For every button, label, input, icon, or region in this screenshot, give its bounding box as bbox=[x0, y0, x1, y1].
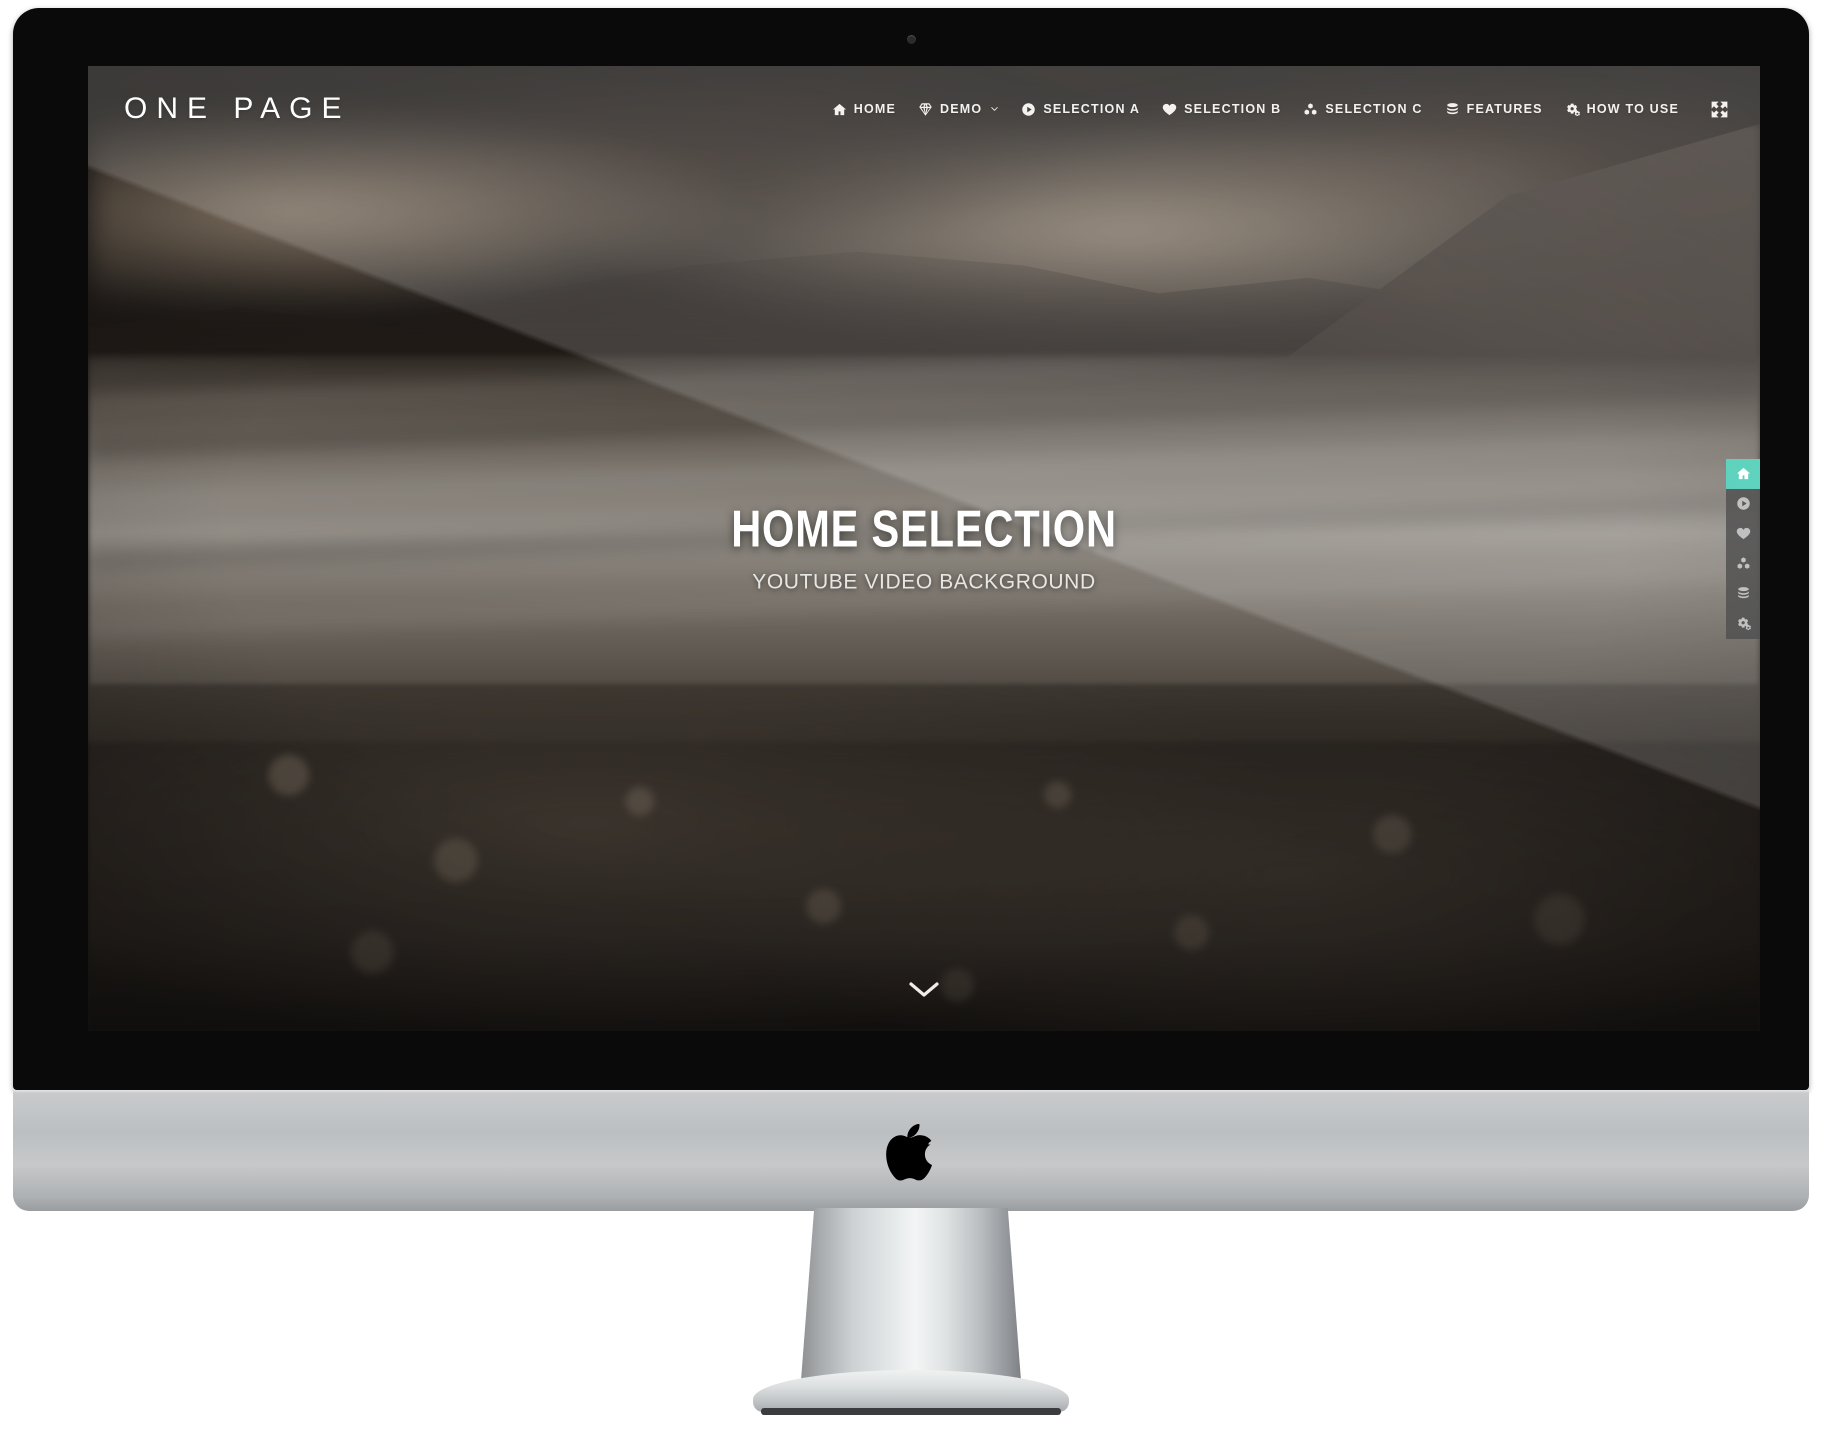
gem-icon bbox=[918, 102, 933, 117]
database-icon bbox=[1736, 586, 1751, 601]
play-circle-icon bbox=[1736, 496, 1751, 511]
home-icon bbox=[1736, 466, 1751, 481]
side-nav-item-selection-b[interactable] bbox=[1726, 519, 1760, 549]
site-logo[interactable]: ONE PAGE bbox=[124, 92, 350, 126]
side-nav-item-selection-a[interactable] bbox=[1726, 489, 1760, 519]
nav-item-how-to-use[interactable]: HOW TO USE bbox=[1565, 102, 1679, 117]
section-side-nav bbox=[1726, 458, 1760, 639]
side-nav-item-how-to-use[interactable] bbox=[1726, 609, 1760, 639]
nav-item-label: HOME bbox=[853, 102, 897, 116]
side-nav-item-home[interactable] bbox=[1726, 458, 1760, 489]
nav-item-label: HOW TO USE bbox=[1586, 102, 1679, 116]
nav-item-selection-a[interactable]: SELECTION A bbox=[1021, 102, 1140, 117]
play-circle-icon bbox=[1021, 102, 1036, 117]
heart-icon bbox=[1736, 526, 1751, 541]
nav-item-label: SELECTION B bbox=[1184, 102, 1282, 116]
nav-item-label: SELECTION C bbox=[1325, 102, 1423, 116]
nav-item-label: SELECTION A bbox=[1043, 102, 1141, 116]
nav-item-label: FEATURES bbox=[1466, 102, 1543, 116]
nav-item-label: DEMO bbox=[940, 102, 983, 116]
display-bezel: ONE PAGE HOME DEMO SELECTION A SELECTION… bbox=[13, 8, 1809, 1090]
page-title: HOME SELECTION bbox=[731, 500, 1117, 559]
main-nav: HOME DEMO SELECTION A SELECTION B SELECT… bbox=[832, 99, 1730, 120]
hero-subtitle: YOUTUBE VIDEO BACKGROUND bbox=[752, 570, 1096, 594]
nav-item-home[interactable]: HOME bbox=[832, 102, 896, 117]
cubes-icon bbox=[1303, 102, 1318, 117]
database-icon bbox=[1445, 102, 1460, 117]
chevron-down-icon[interactable] bbox=[906, 977, 942, 1001]
nav-item-selection-c[interactable]: SELECTION C bbox=[1303, 102, 1422, 117]
nav-item-selection-b[interactable]: SELECTION B bbox=[1162, 102, 1281, 117]
imac-device: ONE PAGE HOME DEMO SELECTION A SELECTION… bbox=[0, 0, 1822, 1454]
side-nav-item-features[interactable] bbox=[1726, 579, 1760, 609]
imac-stand-foot bbox=[753, 1370, 1069, 1412]
cubes-icon bbox=[1736, 556, 1751, 571]
heart-icon bbox=[1162, 102, 1177, 117]
top-navigation-bar: ONE PAGE HOME DEMO SELECTION A SELECTION… bbox=[88, 66, 1760, 152]
website-viewport: ONE PAGE HOME DEMO SELECTION A SELECTION… bbox=[88, 66, 1760, 1031]
screen: ONE PAGE HOME DEMO SELECTION A SELECTION… bbox=[88, 66, 1760, 1031]
gears-icon bbox=[1565, 102, 1580, 117]
facetime-camera-icon bbox=[907, 35, 916, 44]
gears-icon bbox=[1736, 616, 1751, 631]
apple-logo-icon bbox=[886, 1124, 932, 1181]
chevron-down-icon bbox=[989, 105, 999, 114]
nav-item-demo[interactable]: DEMO bbox=[918, 102, 999, 117]
hero-section: HOME SELECTION YOUTUBE VIDEO BACKGROUND bbox=[88, 502, 1760, 595]
home-icon bbox=[832, 102, 847, 117]
imac-stand-base-edge bbox=[761, 1408, 1061, 1415]
expand-arrows-icon[interactable] bbox=[1709, 99, 1730, 120]
side-nav-item-selection-c[interactable] bbox=[1726, 549, 1760, 579]
nav-item-features[interactable]: FEATURES bbox=[1445, 102, 1543, 117]
